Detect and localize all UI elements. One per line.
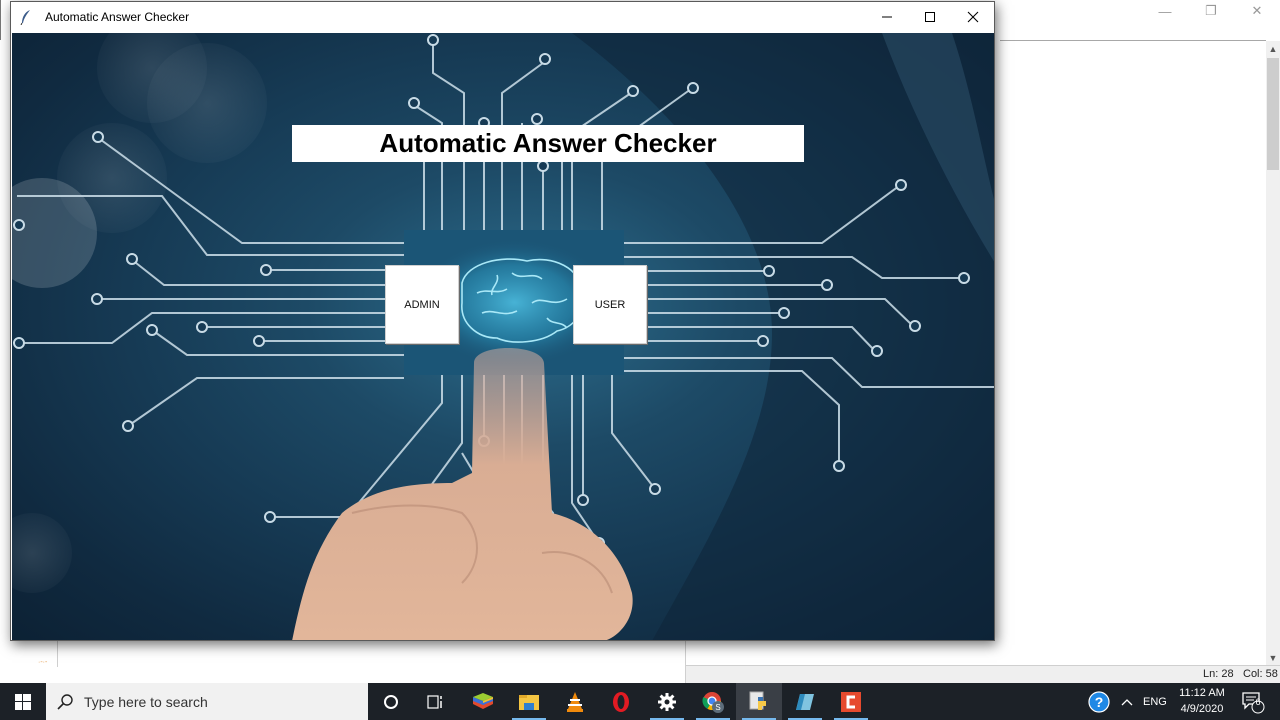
- taskbar-bluestacks[interactable]: [460, 683, 506, 720]
- minimize-button[interactable]: [865, 2, 908, 32]
- tray-clock[interactable]: 11:12 AM 4/9/2020: [1172, 685, 1232, 717]
- tk-feather-icon: [20, 10, 30, 25]
- maximize-icon: [924, 12, 935, 22]
- taskbar-file-explorer[interactable]: [506, 683, 552, 720]
- editor-status-bar: Ln: 28 Col: 58: [686, 666, 1280, 683]
- background-canvas: Automatic Answer Checker ADMIN USER: [12, 33, 994, 640]
- help-icon: ?: [1088, 690, 1110, 713]
- editor-gutter: [0, 640, 58, 667]
- taskbar-vlc[interactable]: [552, 683, 598, 720]
- editor-panel: [58, 640, 686, 683]
- windows-logo-icon: [15, 693, 31, 710]
- status-column-number: Col: 58: [1243, 668, 1278, 680]
- tray-action-center[interactable]: 6: [1241, 683, 1265, 720]
- editor-partial-text: ·-·-: [38, 659, 48, 666]
- taskbar-camtasia[interactable]: [828, 683, 874, 720]
- window-title: Automatic Answer Checker: [45, 10, 190, 24]
- user-button[interactable]: USER: [573, 265, 647, 344]
- notification-count: 6: [1255, 697, 1261, 707]
- camtasia-icon: [841, 691, 861, 712]
- bokeh-circle: [147, 43, 267, 163]
- clock-time: 11:12 AM: [1179, 687, 1225, 699]
- notepad-icon: [796, 693, 814, 710]
- search-placeholder: Type here to search: [84, 693, 208, 710]
- admin-button[interactable]: ADMIN: [385, 265, 459, 344]
- python-file-icon: [749, 691, 766, 710]
- window-titlebar[interactable]: Automatic Answer Checker: [11, 2, 994, 32]
- tray-show-hidden[interactable]: [1120, 683, 1134, 720]
- maximize-button[interactable]: [908, 2, 951, 32]
- editor-divider: [1000, 40, 1266, 41]
- tray-help[interactable]: ?: [1088, 683, 1110, 720]
- task-view-icon: [427, 694, 442, 709]
- bokeh-circle: [12, 513, 72, 593]
- taskbar-search-box[interactable]: Type here to search: [46, 683, 368, 720]
- vlc-icon: [567, 691, 583, 712]
- start-button[interactable]: [0, 683, 46, 720]
- tray-language[interactable]: ENG: [1143, 683, 1167, 720]
- gear-icon: [658, 692, 676, 711]
- opera-icon: [613, 691, 629, 712]
- taskbar-settings[interactable]: [644, 683, 690, 720]
- editor-minimize-button[interactable]: —: [1142, 0, 1188, 22]
- taskbar-chrome[interactable]: S: [690, 683, 736, 720]
- close-icon: [967, 11, 978, 23]
- editor-close-button[interactable]: ✕: [1234, 0, 1280, 22]
- taskbar: Type here to search S ? ENG 11:12 AM 4/9…: [0, 683, 1280, 720]
- editor-restore-button[interactable]: ❐: [1188, 0, 1234, 22]
- scrollbar-thumb[interactable]: [1267, 58, 1279, 170]
- folder-icon: [519, 694, 539, 710]
- scroll-down-arrow-icon[interactable]: ▼: [1266, 650, 1280, 666]
- editor-left-edge: [0, 0, 4, 40]
- editor-caption-buttons: — ❐ ✕: [1142, 0, 1280, 22]
- clock-date: 4/9/2020: [1180, 703, 1224, 715]
- status-line-number: Ln: 28: [1203, 668, 1234, 680]
- taskbar-opera[interactable]: [598, 683, 644, 720]
- app-heading: Automatic Answer Checker: [292, 125, 804, 162]
- taskbar-task-view[interactable]: [413, 683, 459, 720]
- cortana-icon: [384, 694, 398, 709]
- svg-text:?: ?: [1095, 694, 1104, 710]
- minimize-icon: [881, 16, 892, 18]
- scroll-up-arrow-icon[interactable]: ▲: [1266, 41, 1280, 57]
- search-icon: [57, 693, 73, 710]
- bluestacks-icon: [473, 692, 493, 709]
- taskbar-python-idle[interactable]: [736, 683, 782, 720]
- taskbar-notepad[interactable]: [782, 683, 828, 720]
- close-button[interactable]: [951, 2, 994, 32]
- chrome-icon: S: [702, 691, 724, 713]
- svg-text:S: S: [715, 703, 720, 712]
- chevron-up-icon: [1121, 698, 1133, 705]
- taskbar-cortana[interactable]: [368, 683, 414, 720]
- app-window: Automatic Answer Checker Automatic Answe…: [10, 1, 995, 641]
- editor-vertical-scrollbar[interactable]: ▲ ▼: [1266, 41, 1280, 666]
